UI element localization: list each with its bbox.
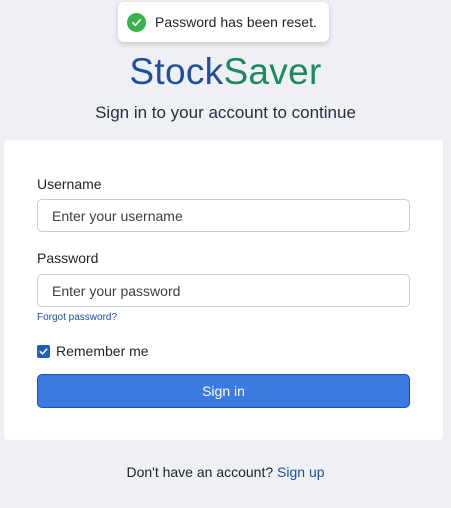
sign-in-button[interactable]: Sign in: [37, 374, 410, 408]
brand-logo: StockSaver: [0, 50, 451, 94]
brand-logo-part1: Stock: [129, 51, 224, 92]
signup-prompt-text: Don't have an account?: [126, 464, 274, 480]
brand-logo-part2: Saver: [223, 51, 322, 92]
password-label: Password: [37, 250, 99, 266]
username-label: Username: [37, 176, 102, 192]
forgot-password-link[interactable]: Forgot password?: [37, 312, 117, 323]
remember-me-label: Remember me: [56, 343, 149, 359]
page-subtitle: Sign in to your account to continue: [95, 103, 356, 122]
password-input[interactable]: [37, 274, 410, 307]
toast-message: Password has been reset.: [155, 14, 317, 30]
check-circle-icon: [127, 12, 146, 32]
remember-me-checkbox[interactable]: [37, 344, 50, 358]
remember-me-row[interactable]: Remember me: [37, 343, 149, 359]
username-input[interactable]: [37, 199, 410, 232]
sign-up-link[interactable]: Sign up: [277, 464, 324, 480]
toast-notification: Password has been reset.: [118, 2, 329, 42]
signup-prompt: Don't have an account? Sign up: [0, 464, 451, 480]
